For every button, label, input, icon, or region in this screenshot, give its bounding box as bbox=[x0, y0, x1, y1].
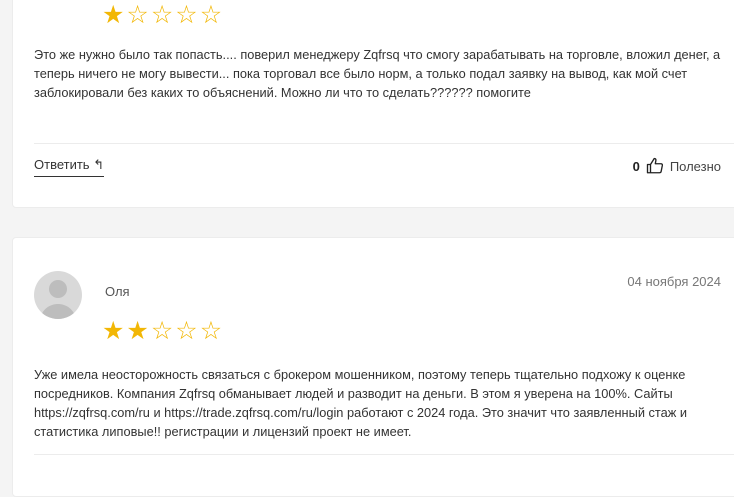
star-filled-icon: ★ bbox=[102, 1, 125, 29]
star-rating: ★ ☆ ☆ ☆ ☆ bbox=[102, 3, 222, 28]
avatar bbox=[34, 271, 82, 319]
star-empty-icon: ☆ bbox=[175, 1, 198, 29]
review-date: 04 ноября 2024 bbox=[627, 274, 721, 289]
reply-arrow-icon: ↰ bbox=[93, 157, 105, 172]
star-filled-icon: ★ bbox=[126, 317, 149, 345]
user-avatar-icon bbox=[40, 280, 76, 319]
star-rating: ★ ★ ☆ ☆ ☆ bbox=[102, 319, 222, 344]
star-empty-icon: ☆ bbox=[199, 1, 223, 29]
star-empty-icon: ☆ bbox=[126, 1, 149, 29]
star-filled-icon: ★ bbox=[102, 317, 125, 345]
star-empty-icon: ☆ bbox=[175, 317, 198, 345]
star-empty-icon: ☆ bbox=[199, 317, 223, 345]
review-card: ★ ☆ ☆ ☆ ☆ Это же нужно было так попасть.… bbox=[12, 0, 734, 208]
divider bbox=[34, 454, 734, 455]
reply-label: Ответить bbox=[34, 157, 90, 172]
reply-button[interactable]: Ответить ↰ bbox=[34, 157, 105, 177]
helpful-control[interactable]: 0 Полезно bbox=[633, 157, 721, 175]
review-card: Оля 04 ноября 2024 ★ ★ ☆ ☆ ☆ Уже имела н… bbox=[12, 237, 734, 497]
review-text: Это же нужно было так попасть.... повери… bbox=[34, 47, 721, 100]
divider bbox=[34, 143, 734, 144]
helpful-label: Полезно bbox=[669, 158, 721, 174]
review-text: Уже имела неосторожность связаться с бро… bbox=[34, 367, 688, 439]
star-empty-icon: ☆ bbox=[150, 317, 174, 345]
author-name: Оля bbox=[105, 284, 130, 299]
thumbs-up-icon[interactable] bbox=[646, 157, 664, 175]
helpful-count: 0 bbox=[632, 158, 640, 174]
star-empty-icon: ☆ bbox=[150, 1, 174, 29]
